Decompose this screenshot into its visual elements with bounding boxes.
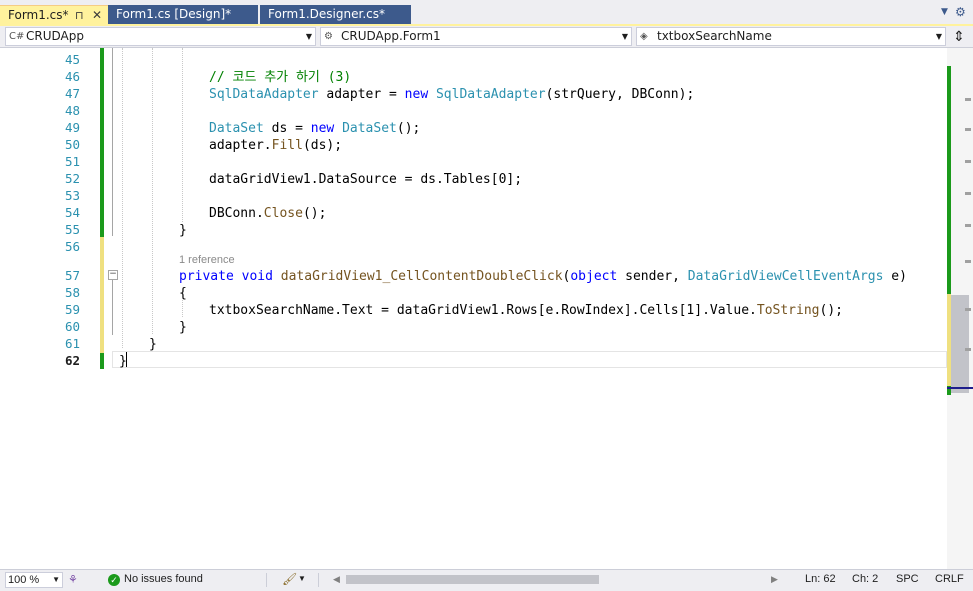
chevron-down-icon: ▼ <box>305 32 312 41</box>
tab-list-dropdown-icon[interactable]: ▼ <box>941 7 948 17</box>
csharp-project-icon: C# <box>9 31 25 42</box>
copilot-icon[interactable]: ⚘ <box>68 573 78 586</box>
close-icon[interactable]: ✕ <box>92 6 102 25</box>
line-number: 52 <box>64 171 80 186</box>
code-line-50: adapter.Fill(ds); <box>209 138 343 153</box>
document-tab-bar: Form1.cs* ⊓ ✕ Form1.cs [Design]* Form1.D… <box>0 0 973 25</box>
chevron-down-icon: ▼ <box>621 32 628 41</box>
line-indicator[interactable]: Ln: 62 <box>805 573 836 585</box>
scroll-left-icon[interactable]: ◀ <box>333 574 340 585</box>
check-circle-icon: ✓ <box>108 574 120 586</box>
whitespace-indicator[interactable]: SPC <box>896 573 919 585</box>
line-number: 57 <box>64 268 80 283</box>
line-number: 54 <box>64 205 80 220</box>
tab-form1-designer[interactable]: Form1.Designer.cs* <box>260 5 411 24</box>
scrollbar-mark <box>965 224 971 227</box>
tab-form1-cs[interactable]: Form1.cs* ⊓ ✕ <box>0 5 108 24</box>
text-caret <box>126 352 127 367</box>
vertical-scrollbar[interactable] <box>947 48 973 569</box>
tab-label: Form1.cs [Design]* <box>116 7 232 21</box>
issues-status[interactable]: No issues found <box>124 573 203 585</box>
scrollbar-mark <box>965 160 971 163</box>
class-icon: ⚙ <box>324 31 333 42</box>
code-line-59: txtboxSearchName.Text = dataGridView1.Ro… <box>209 303 843 318</box>
line-number: 59 <box>64 302 80 317</box>
collapse-toggle-icon[interactable]: − <box>108 270 118 280</box>
navigation-bar: C# CRUDApp ▼ ⚙ CRUDApp.Form1 ▼ ◈ txtboxS… <box>0 26 973 48</box>
outline-line <box>112 280 113 335</box>
scrollbar-mark <box>965 308 971 311</box>
code-line-54: DBConn.Close(); <box>209 206 327 221</box>
comment-token: // 코드 추가 하기 (3) <box>209 70 352 85</box>
saved-change-marker <box>100 353 104 369</box>
code-line-57: private void dataGridView1_CellContentDo… <box>179 269 907 284</box>
horizontal-scrollbar-thumb[interactable] <box>346 575 599 584</box>
column-indicator[interactable]: Ch: 2 <box>852 573 878 585</box>
member-dropdown[interactable]: ◈ txtboxSearchName ▼ <box>636 27 946 46</box>
chevron-down-icon[interactable]: ▼ <box>298 574 306 583</box>
field-icon: ◈ <box>640 31 648 42</box>
line-number: 56 <box>64 239 80 254</box>
code-line-61: } <box>149 337 157 352</box>
code-line-49: DataSet ds = new DataSet(); <box>209 121 421 136</box>
outline-line <box>112 48 113 236</box>
divider <box>318 573 319 587</box>
current-line-highlight <box>112 351 947 368</box>
line-number: 61 <box>64 336 80 351</box>
gear-icon[interactable]: ⚙ <box>955 5 966 19</box>
zoom-value: 100 % <box>8 574 40 586</box>
code-line-60: } <box>179 320 187 335</box>
scrollbar-change-marker <box>947 66 951 294</box>
saved-change-marker <box>100 48 104 237</box>
code-line-55: } <box>179 223 187 238</box>
line-number: 58 <box>64 285 80 300</box>
tab-form1-design[interactable]: Form1.cs [Design]* <box>108 5 258 24</box>
divider <box>266 573 267 587</box>
line-number: 51 <box>64 154 80 169</box>
project-dropdown[interactable]: C# CRUDApp ▼ <box>5 27 316 46</box>
scrollbar-mark <box>965 348 971 351</box>
line-number: 45 <box>64 52 80 67</box>
scroll-right-icon[interactable]: ▶ <box>771 574 778 585</box>
unsaved-change-marker <box>100 237 104 353</box>
pin-icon[interactable]: ⊓ <box>75 6 84 25</box>
line-number: 53 <box>64 188 80 203</box>
class-dropdown[interactable]: ⚙ CRUDApp.Form1 ▼ <box>320 27 632 46</box>
codelens-references[interactable]: 1 reference <box>179 254 235 266</box>
scrollbar-mark <box>965 98 971 101</box>
line-number: 60 <box>64 319 80 334</box>
code-line-52: dataGridView1.DataSource = ds.Tables[0]; <box>209 172 523 187</box>
project-dropdown-value: CRUDApp <box>26 29 84 43</box>
zoom-dropdown[interactable]: 100 % ▼ <box>5 572 63 588</box>
line-number: 50 <box>64 137 80 152</box>
line-number: 46 <box>64 69 80 84</box>
code-line-46: // 코드 추가 하기 (3) <box>118 69 351 86</box>
chevron-down-icon: ▼ <box>52 575 60 584</box>
scrollbar-caret-position <box>947 387 973 389</box>
member-dropdown-value: txtboxSearchName <box>657 29 772 43</box>
line-number: 55 <box>64 222 80 237</box>
line-number: 49 <box>64 120 80 135</box>
tab-label: Form1.Designer.cs* <box>268 7 385 21</box>
current-line-number: 62 <box>64 353 80 368</box>
code-line-47: SqlDataAdapter adapter = new SqlDataAdap… <box>209 87 695 102</box>
split-window-icon[interactable]: ⇕ <box>949 28 969 46</box>
class-dropdown-value: CRUDApp.Form1 <box>341 29 441 43</box>
chevron-down-icon: ▼ <box>935 32 942 41</box>
line-number: 47 <box>64 86 80 101</box>
code-editor[interactable]: 45 46 47 48 49 50 51 52 53 54 55 56 57 5… <box>0 48 947 569</box>
editor-status-bar: 100 % ▼ ⚘ ✓ No issues found 🖌 ▼ ◀ ▶ Ln: … <box>0 569 973 591</box>
line-ending-indicator[interactable]: CRLF <box>935 573 964 585</box>
line-number: 48 <box>64 103 80 118</box>
scrollbar-mark <box>965 128 971 131</box>
code-line-58: { <box>179 286 187 301</box>
scrollbar-mark <box>965 260 971 263</box>
scrollbar-mark <box>965 192 971 195</box>
code-cleanup-icon[interactable]: 🖌 <box>282 572 297 586</box>
tab-label: Form1.cs* <box>8 8 69 22</box>
